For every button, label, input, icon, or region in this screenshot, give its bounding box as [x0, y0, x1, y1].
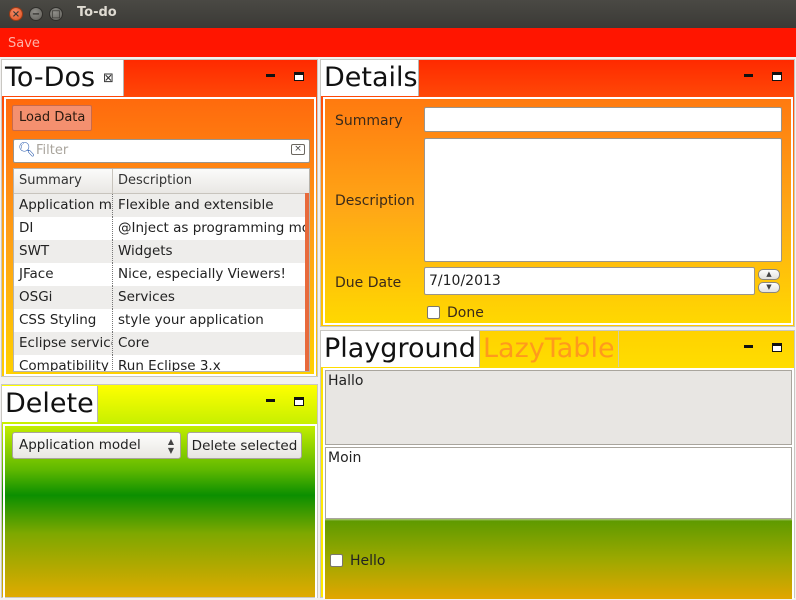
minimize-part-icon[interactable]: [744, 74, 753, 80]
maximize-part-icon[interactable]: [772, 343, 782, 352]
save-button[interactable]: Save: [8, 36, 40, 51]
main-toolbar: Save: [0, 28, 796, 57]
tab-todos[interactable]: To-Dos ⊠: [2, 60, 124, 96]
table-body: Application model Flexible and extensible…: [14, 194, 309, 372]
cell-description: Services: [118, 289, 175, 305]
cell-summary: Compatibility: [14, 355, 113, 371]
due-date-field[interactable]: 7/10/2013: [424, 267, 755, 295]
tab-delete-label: Delete: [5, 388, 94, 419]
cell-description: Nice, especially Viewers!: [118, 266, 286, 282]
tab-details[interactable]: Details: [321, 60, 419, 96]
cell-summary: JFace: [14, 263, 113, 286]
playground-content: Hallo Moin Hello: [323, 368, 794, 599]
moin-text: Moin: [328, 450, 362, 466]
cell-description: Widgets: [118, 243, 173, 259]
delete-selected-button[interactable]: Delete selected: [187, 432, 302, 459]
hello-checkbox[interactable]: [330, 554, 343, 567]
close-window-icon[interactable]: ×: [9, 7, 23, 21]
table-row[interactable]: Eclipse services Core: [14, 332, 309, 355]
table-row[interactable]: Application model Flexible and extensible: [14, 194, 309, 217]
moin-box[interactable]: Moin: [325, 447, 792, 519]
item-select-combo[interactable]: Application model ▲ ▼: [12, 432, 181, 459]
done-label: Done: [447, 305, 484, 321]
minimize-part-icon[interactable]: [744, 345, 753, 351]
column-header-summary[interactable]: Summary: [14, 169, 113, 193]
tab-lazytable-label: LazyTable: [483, 333, 615, 364]
search-icon: 🔍︎: [18, 142, 36, 158]
minimize-part-icon[interactable]: [266, 74, 275, 80]
load-data-button[interactable]: Load Data: [12, 105, 93, 131]
tab-lazytable[interactable]: LazyTable: [480, 331, 619, 367]
details-part: Details Summary Description Due Date 7/1…: [320, 59, 795, 327]
cell-summary: SWT: [14, 240, 113, 263]
hallo-box[interactable]: Hallo: [325, 370, 792, 445]
todos-part: To-Dos ⊠ Load Data 🔍︎ Filter × Summary De…: [1, 59, 318, 377]
column-header-description[interactable]: Description: [113, 169, 309, 193]
minimize-part-icon[interactable]: [266, 399, 275, 405]
cell-summary: OSGi: [14, 286, 113, 309]
cell-description: @Inject as programming model: [118, 220, 309, 236]
window-title-bar: × − □ To-do: [0, 0, 796, 28]
todos-table[interactable]: Summary Description Application model Fle…: [13, 168, 310, 372]
table-scrollbar[interactable]: [305, 193, 309, 371]
maximize-part-icon[interactable]: [294, 72, 304, 81]
spin-up-icon[interactable]: ▲: [758, 269, 780, 280]
cell-summary: DI: [14, 217, 113, 240]
maximize-part-icon[interactable]: [294, 397, 304, 406]
hallo-text: Hallo: [328, 373, 364, 389]
clear-filter-icon[interactable]: ×: [291, 144, 305, 155]
details-content: Summary Description Due Date 7/10/2013 ▲…: [323, 97, 793, 325]
table-row[interactable]: DI @Inject as programming model: [14, 217, 309, 240]
window-title: To-do: [77, 5, 117, 20]
tab-todos-label: To-Dos: [5, 62, 96, 93]
hello-label: Hello: [350, 553, 386, 569]
cell-summary: CSS Styling: [14, 309, 113, 332]
delete-part: Delete Application model ▲ ▼ Delete selec…: [1, 384, 318, 598]
combo-value: Application model: [19, 437, 141, 453]
done-checkbox[interactable]: [427, 306, 440, 319]
tab-playground-label: Playground: [324, 333, 476, 364]
spin-down-icon[interactable]: ▼: [758, 282, 780, 293]
minimize-window-icon[interactable]: −: [29, 7, 43, 21]
table-row[interactable]: OSGi Services: [14, 286, 309, 309]
cell-description: Flexible and extensible: [118, 197, 274, 213]
table-row[interactable]: JFace Nice, especially Viewers!: [14, 263, 309, 286]
todos-content: Load Data 🔍︎ Filter × Summary Descriptio…: [4, 97, 316, 376]
due-date-label: Due Date: [335, 275, 402, 291]
maximize-part-icon[interactable]: [772, 72, 782, 81]
cell-description: Core: [118, 335, 150, 351]
table-header: Summary Description: [14, 169, 309, 194]
cell-summary: Application model: [14, 194, 113, 217]
playground-part: Playground LazyTable Hallo Moin Hello: [320, 330, 795, 599]
tab-playground[interactable]: Playground: [321, 331, 480, 367]
cell-summary: Eclipse services: [14, 332, 113, 355]
delete-content: Application model ▲ ▼ Delete selected: [3, 424, 317, 598]
cell-description: Run Eclipse 3.x: [118, 358, 221, 372]
tab-delete[interactable]: Delete: [2, 386, 98, 422]
filter-input[interactable]: 🔍︎ Filter ×: [13, 139, 310, 163]
maximize-window-icon[interactable]: □: [49, 7, 63, 21]
summary-label: Summary: [335, 113, 403, 129]
table-row[interactable]: SWT Widgets: [14, 240, 309, 263]
chevron-updown-icon: ▲ ▼: [167, 437, 174, 455]
close-tab-icon[interactable]: ⊠: [103, 71, 114, 86]
description-label: Description: [335, 193, 415, 209]
cell-description: style your application: [118, 312, 264, 328]
filter-placeholder: Filter: [36, 143, 69, 158]
table-row[interactable]: CSS Styling style your application: [14, 309, 309, 332]
description-field[interactable]: [424, 138, 782, 262]
summary-field[interactable]: [424, 107, 782, 132]
tab-details-label: Details: [324, 62, 418, 93]
table-row[interactable]: Compatibility Run Eclipse 3.x: [14, 355, 309, 372]
